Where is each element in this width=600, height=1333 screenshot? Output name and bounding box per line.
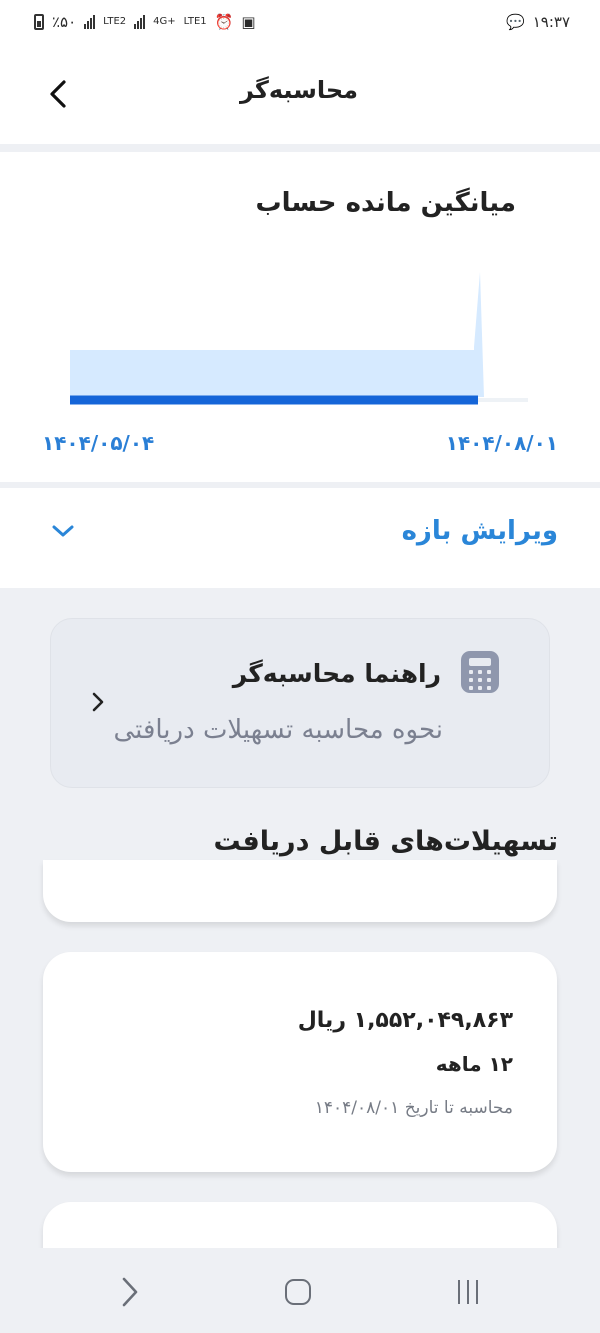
facility-amount: ۱,۵۵۲,۰۴۹,۸۶۳ ریال — [297, 1008, 513, 1033]
chat-icon: 💬 — [506, 13, 525, 31]
guide-subtitle: نحوه محاسبه تسهیلات دریافتی — [113, 715, 443, 745]
app-header: محاسبه‌گر — [0, 44, 600, 144]
status-time: ۱۹:۳۷ — [532, 13, 570, 31]
chevron-down-icon — [48, 516, 78, 546]
nav-back-button[interactable] — [108, 1270, 152, 1314]
page-title: محاسبه‌گر — [239, 76, 358, 104]
network-label-2: LTE1 — [183, 16, 207, 27]
system-nav-bar — [0, 1248, 600, 1333]
alarm-icon: ⏰ — [214, 13, 234, 31]
battery-level: ٪۵۰ — [52, 13, 77, 31]
nav-recents-button[interactable] — [446, 1270, 490, 1314]
chart-card: میانگین مانده حساب ۱۴۰۴/۰۵/۰۴ ۱۴۰۴/۰۸/۰۱ — [0, 152, 600, 482]
status-left: ٪۵۰ LTE2 4G+ LTE1 ⏰ ▣ — [34, 13, 256, 31]
calculator-guide-card[interactable]: راهنما محاسبه‌گر نحوه محاسبه تسهیلات دری… — [50, 618, 550, 788]
calculator-icon — [461, 651, 499, 693]
chevron-left-icon — [50, 80, 66, 108]
network-type: 4G+ — [153, 16, 176, 27]
edit-range-label: ویرایش بازه — [401, 516, 558, 546]
guide-title: راهنما محاسبه‌گر — [232, 659, 441, 688]
notification-icon: ▣ — [241, 13, 256, 31]
back-button[interactable] — [38, 74, 78, 114]
facility-card[interactable] — [43, 860, 557, 922]
chevron-left-icon — [91, 691, 105, 719]
chart-title: میانگین مانده حساب — [255, 188, 516, 218]
x-tick-start: ۱۴۰۴/۰۵/۰۴ — [42, 431, 155, 455]
signal-icon-2 — [134, 15, 146, 29]
edit-range-row[interactable]: ویرایش بازه — [0, 488, 600, 588]
status-right: 💬 ۱۹:۳۷ — [506, 13, 570, 31]
signal-icon — [84, 15, 96, 29]
x-tick-end: ۱۴۰۴/۰۸/۰۱ — [445, 431, 558, 455]
nav-home-button[interactable] — [276, 1270, 320, 1314]
chevron-right-icon — [122, 1277, 138, 1307]
section-title: تسهیلات‌های قابل دریافت — [213, 826, 559, 857]
facility-calc-date: محاسبه تا تاریخ ۱۴۰۴/۰۸/۰۱ — [314, 1098, 513, 1118]
chart-area — [70, 272, 484, 397]
facility-card[interactable]: ۱,۵۵۲,۰۴۹,۸۶۳ ریال ۱۲ ماهه محاسبه تا تار… — [43, 952, 557, 1172]
network-label-1: LTE2 — [103, 16, 127, 27]
recents-icon — [458, 1280, 478, 1304]
balance-chart — [70, 272, 528, 405]
status-bar: ٪۵۰ LTE2 4G+ LTE1 ⏰ ▣ 💬 ۱۹:۳۷ — [0, 0, 600, 44]
battery-icon — [34, 14, 44, 30]
home-icon — [285, 1279, 311, 1305]
facility-term: ۱۲ ماهه — [435, 1052, 513, 1076]
